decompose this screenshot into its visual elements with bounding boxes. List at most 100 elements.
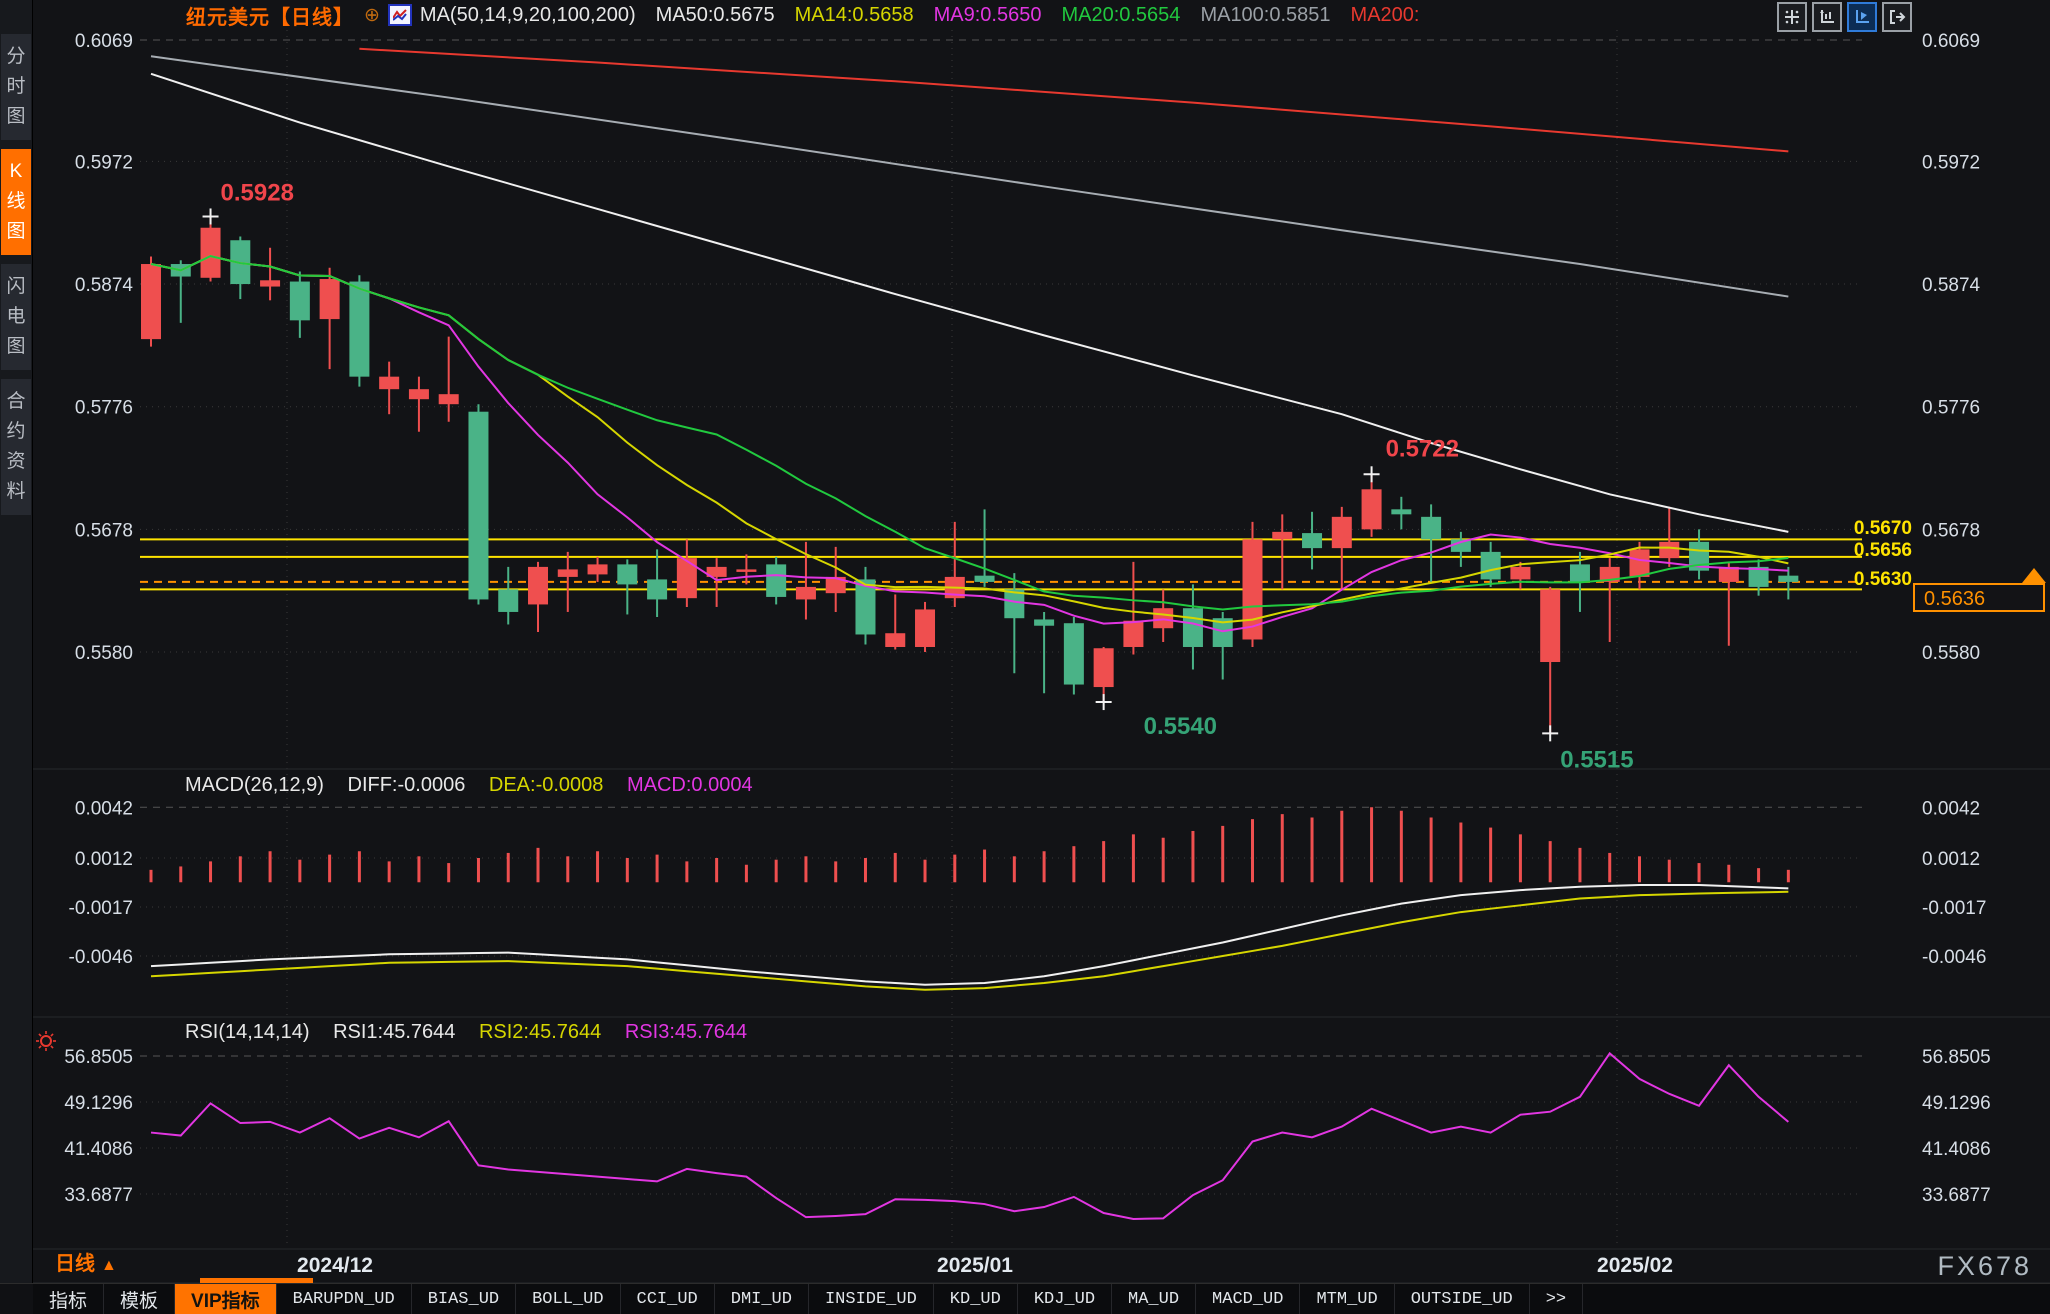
candle-body xyxy=(736,569,756,572)
ma100-value: MA100:0.5851 xyxy=(1200,4,1330,27)
axis-label-right: 0.5776 xyxy=(1922,398,1980,419)
axis-label-left: 56.8505 xyxy=(64,1047,133,1068)
tab-dmiud[interactable]: DMI_UD xyxy=(715,1284,809,1314)
candle-body xyxy=(1153,608,1173,628)
candle-body xyxy=(201,228,221,278)
chart-header: 纽元美元【日线】 ⊕ MA(50,14,9,20,100,200) MA50:0… xyxy=(32,0,2050,30)
candle-body xyxy=(290,282,310,321)
axis-label-right: 0.5580 xyxy=(1922,643,1980,664)
tab-[interactable]: >> xyxy=(1530,1284,1583,1314)
level-price-label: 0.5630 xyxy=(1854,569,1912,590)
left-sidebar: 分时图 K线图闪电图合约资料 xyxy=(0,0,33,1314)
rsi1-value: RSI1:45.7644 xyxy=(333,1021,455,1043)
macd-hist-value: MACD:0.0004 xyxy=(627,774,753,796)
ma-params-label: MA(50,14,9,20,100,200) xyxy=(420,4,636,27)
rsi-pane-icon xyxy=(41,1036,51,1046)
candle-body xyxy=(1510,567,1530,580)
candle-body xyxy=(1034,619,1054,625)
candle-body xyxy=(1094,648,1114,687)
period-selector[interactable]: 日线 ▲ xyxy=(55,1247,117,1276)
period-arrow-icon: ▲ xyxy=(101,1257,117,1274)
current-price-arrow-icon xyxy=(2022,568,2046,583)
axis-label-left: 0.5874 xyxy=(75,275,134,296)
level-price-label: 0.5670 xyxy=(1854,518,1912,539)
chart-window: 0.60690.60690.59720.59720.58740.58740.57… xyxy=(0,0,2050,1314)
macd-params-label: MACD(26,12,9) xyxy=(185,774,324,796)
tab-kdud[interactable]: KD_UD xyxy=(934,1284,1018,1314)
rsi-pane-icon-ray xyxy=(39,1034,41,1036)
candle-body xyxy=(885,633,905,647)
axis-label-right: 0.6069 xyxy=(1922,31,1980,52)
ma-line-ma14 xyxy=(151,256,1788,622)
price-annotation: 0.5515 xyxy=(1560,746,1633,773)
axis-label-left: 0.0012 xyxy=(75,849,133,870)
candle-body xyxy=(409,389,429,399)
ma200-value: MA200: xyxy=(1351,4,1420,27)
axis-label-left: -0.0017 xyxy=(69,898,133,919)
candle-body xyxy=(588,564,608,574)
axis-label-right: 33.6877 xyxy=(1922,1185,1991,1206)
ma50-value: MA50:0.5675 xyxy=(656,4,775,27)
macd-pane-header: MACD(26,12,9) DIFF:-0.0006 DEA:-0.0008 M… xyxy=(185,774,771,797)
price-annotation: 0.5540 xyxy=(1144,713,1217,740)
period-label: 日线 xyxy=(55,1253,95,1275)
tab-macdud[interactable]: MACD_UD xyxy=(1196,1284,1300,1314)
x-axis-label: 2025/01 xyxy=(937,1254,1013,1277)
candle-body xyxy=(1064,623,1084,684)
sidebar-item-1[interactable]: 分时图 xyxy=(1,34,31,140)
rsi3-value: RSI3:45.7644 xyxy=(625,1021,747,1043)
sidebar-item-2[interactable]: K线图 xyxy=(1,149,31,255)
tab-kdjud[interactable]: KDJ_UD xyxy=(1018,1284,1112,1314)
tab-insideud[interactable]: INSIDE_UD xyxy=(809,1284,934,1314)
candle-body xyxy=(379,377,399,390)
axis-label-right: 0.5972 xyxy=(1922,152,1980,173)
candle-body xyxy=(1183,608,1203,647)
brand-watermark: FX678 xyxy=(1937,1251,2032,1282)
macd-dea-value: DEA:-0.0008 xyxy=(489,774,604,796)
candle-body xyxy=(1481,552,1501,580)
tab-bollud[interactable]: BOLL_UD xyxy=(516,1284,620,1314)
add-overlay-icon[interactable]: ⊕ xyxy=(364,4,380,27)
price-annotation: 0.5928 xyxy=(221,179,294,206)
tab-maud[interactable]: MA_UD xyxy=(1112,1284,1196,1314)
tab-biasud[interactable]: BIAS_UD xyxy=(412,1284,516,1314)
axis-label-right: -0.0017 xyxy=(1922,898,1986,919)
tab-模板[interactable]: 模板 xyxy=(104,1284,175,1314)
candle-body xyxy=(1302,533,1322,548)
ma9-value: MA9:0.5650 xyxy=(934,4,1042,27)
candle-body xyxy=(915,609,935,647)
tab-cciud[interactable]: CCI_UD xyxy=(621,1284,715,1314)
tab-outsideud[interactable]: OUTSIDE_UD xyxy=(1395,1284,1530,1314)
candle-body xyxy=(617,564,637,584)
sidebar-item-3[interactable]: 闪电图 xyxy=(1,264,31,370)
macd-diff-line xyxy=(151,885,1788,985)
tab-mtmud[interactable]: MTM_UD xyxy=(1300,1284,1394,1314)
sidebar-item-4[interactable]: 合约资料 xyxy=(1,379,31,515)
level-price-label: 0.5656 xyxy=(1854,540,1912,561)
candle-body xyxy=(1272,532,1292,540)
rsi-pane-header: RSI(14,14,14) RSI1:45.7644 RSI2:45.7644 … xyxy=(185,1021,765,1044)
axis-label-left: 0.6069 xyxy=(75,31,133,52)
axis-label-left: 0.5776 xyxy=(75,398,133,419)
tab-指标[interactable]: 指标 xyxy=(33,1284,104,1314)
candle-body xyxy=(349,282,369,377)
candle-body xyxy=(1659,542,1679,558)
ma14-value: MA14:0.5658 xyxy=(795,4,914,27)
price-annotation: 0.5722 xyxy=(1386,435,1459,462)
candle-body xyxy=(1362,489,1382,529)
axis-label-left: 49.1296 xyxy=(64,1093,133,1114)
candle-body xyxy=(647,579,667,599)
candle-body xyxy=(141,264,161,339)
candle-body xyxy=(1123,621,1143,647)
candle-body xyxy=(1778,576,1798,582)
tabbar-spacer xyxy=(0,1284,33,1314)
tab-barupdnud[interactable]: BARUPDN_UD xyxy=(277,1284,412,1314)
chart-canvas[interactable]: 0.60690.60690.59720.59720.58740.58740.57… xyxy=(0,0,2050,1314)
axis-label-right: 0.5678 xyxy=(1922,520,1980,541)
candle-body xyxy=(439,394,459,404)
tab-vip指标[interactable]: VIP指标 xyxy=(175,1284,277,1314)
axis-label-left: 41.4086 xyxy=(64,1139,133,1160)
rsi-pane-icon-ray xyxy=(39,1046,41,1048)
candle-body xyxy=(468,412,488,600)
mini-line-chart-icon[interactable] xyxy=(388,4,412,26)
